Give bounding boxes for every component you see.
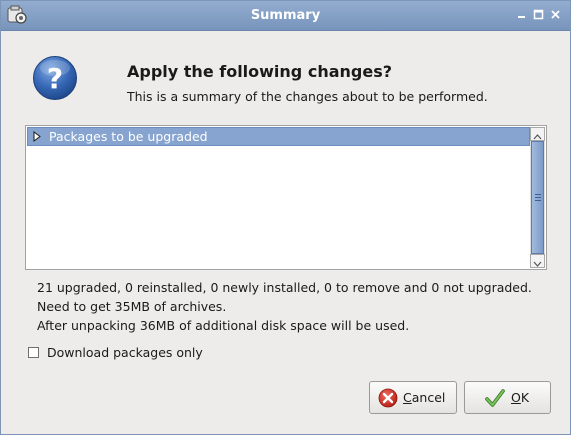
expander-arrow-icon[interactable]	[32, 131, 42, 142]
summary-counts: 21 upgraded, 0 reinstalled, 0 newly inst…	[37, 280, 532, 295]
checkmark-icon	[485, 389, 505, 407]
maximize-icon[interactable]	[533, 9, 544, 20]
scroll-down-button[interactable]	[530, 254, 545, 268]
cancel-icon	[378, 388, 398, 408]
grip-icon	[535, 194, 541, 201]
vertical-scrollbar[interactable]	[530, 127, 545, 268]
summary-download-size: Need to get 35MB of archives.	[37, 299, 227, 314]
close-icon[interactable]	[550, 9, 561, 20]
ok-button[interactable]: OK	[464, 381, 551, 414]
ok-button-label: OK	[511, 390, 530, 405]
scroll-thumb[interactable]	[531, 141, 544, 254]
dialog-subheading: This is a summary of the changes about t…	[127, 89, 488, 104]
tree-row-packages-upgraded[interactable]: Packages to be upgraded	[27, 127, 530, 146]
window-title: Summary	[250, 8, 321, 23]
dialog-heading: Apply the following changes?	[127, 62, 392, 81]
question-icon: ?	[33, 56, 77, 100]
download-only-checkbox[interactable]	[28, 347, 39, 358]
summary-dialog: Summary ? Apply the following changes? T…	[0, 0, 571, 435]
minimize-icon[interactable]	[516, 9, 527, 20]
changes-tree-view[interactable]: Packages to be upgraded	[25, 125, 547, 270]
svg-text:?: ?	[47, 62, 63, 95]
download-only-label[interactable]: Download packages only	[47, 345, 203, 360]
summary-disk-space: After unpacking 36MB of additional disk …	[37, 318, 410, 333]
cancel-button-label: Cancel	[403, 390, 446, 405]
title-bar[interactable]: Summary	[1, 1, 570, 31]
chevron-down-icon	[533, 261, 542, 267]
scroll-up-button[interactable]	[530, 127, 545, 141]
cancel-button[interactable]: Cancel	[369, 381, 457, 414]
tree-row-label: Packages to be upgraded	[49, 129, 208, 144]
